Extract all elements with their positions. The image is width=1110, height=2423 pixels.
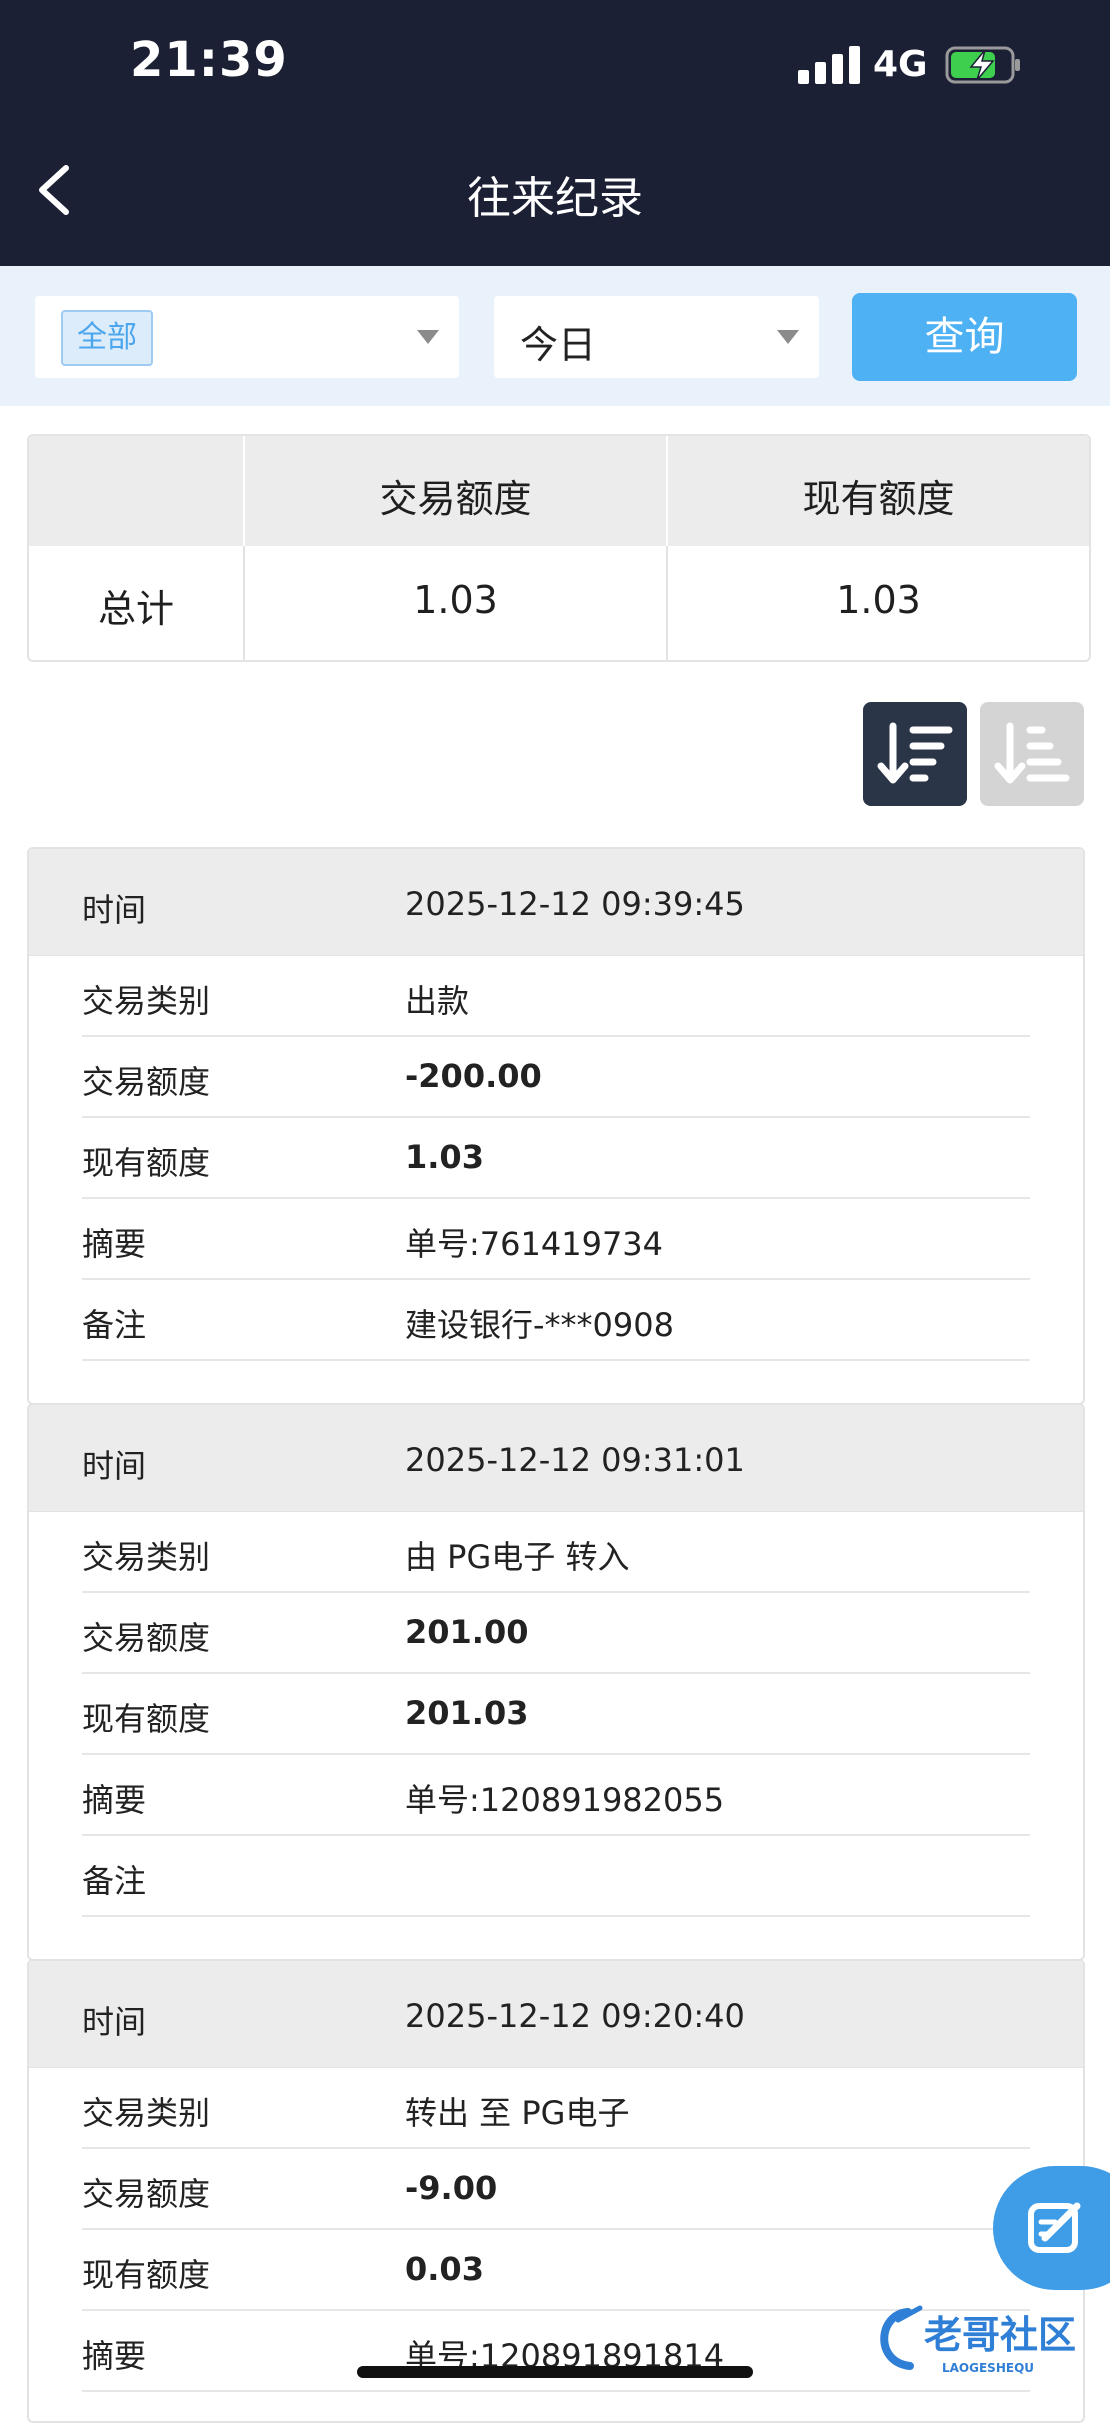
caret-down-icon: [417, 330, 439, 344]
summary-value: 单号:761419734: [405, 1225, 664, 1263]
caret-down-icon: [777, 330, 799, 344]
summary-label: 摘要: [82, 1781, 147, 1819]
top-bar: 21:39 4G 往来纪录: [0, 0, 1110, 266]
time-value: 2025-12-12 09:20:40: [405, 1997, 745, 2035]
record-row: 交易额度 -9.00: [82, 2149, 1030, 2230]
record-row: 交易额度 -200.00: [82, 1037, 1030, 1118]
time-label: 时间: [82, 891, 147, 929]
type-label: 交易类别: [82, 982, 211, 1020]
note-label: 备注: [82, 1862, 147, 1900]
note-value: 建设银行-***0908: [405, 1306, 674, 1344]
type-value: 由 PG电子 转入: [405, 1538, 630, 1576]
note-label: 备注: [82, 1306, 147, 1344]
summary-value: 单号:120891982055: [405, 1781, 725, 1819]
amount-label: 交易额度: [82, 1619, 211, 1657]
time-value: 2025-12-12 09:31:01: [405, 1441, 745, 1479]
summary-label: 摘要: [82, 2337, 147, 2375]
balance-value: 1.03: [405, 1138, 484, 1176]
type-chip: 全部: [61, 310, 153, 366]
type-value: 出款: [405, 982, 470, 1020]
page-title: 往来纪录: [467, 173, 643, 224]
network-type: 4G: [873, 44, 928, 85]
time-label: 时间: [82, 1447, 147, 1485]
amount-label: 交易额度: [82, 1063, 211, 1101]
type-value: 转出 至 PG电子: [405, 2094, 630, 2132]
status-time: 21:39: [130, 32, 288, 88]
record-row: 摘要 单号:120891982055: [82, 1755, 1030, 1836]
amount-label: 交易额度: [82, 2175, 211, 2213]
query-button[interactable]: 查询: [852, 293, 1077, 381]
time-label: 时间: [82, 2003, 147, 2041]
record-row: 交易类别 由 PG电子 转入: [82, 1512, 1030, 1593]
battery-charging-icon: [945, 46, 1020, 84]
record-header: 时间 2025-12-12 09:39:45: [29, 849, 1083, 956]
balance-value: 201.03: [405, 1694, 529, 1732]
record-row: 现有额度 0.03: [82, 2230, 1030, 2311]
watermark-logo: 老哥社区 LAOGESHEQU: [868, 2300, 1100, 2380]
summary-balance-total: 1.03: [836, 578, 921, 622]
watermark-text: 老哥社区: [924, 2313, 1076, 2357]
home-indicator[interactable]: [357, 2366, 753, 2378]
balance-label: 现有额度: [82, 1144, 211, 1182]
date-select[interactable]: 今日: [494, 296, 819, 378]
record-row: 摘要 单号:761419734: [82, 1199, 1030, 1280]
sort-asc-icon: [994, 722, 1070, 784]
record-row: 备注 建设银行-***0908: [82, 1280, 1030, 1361]
record-row: 交易类别 出款: [82, 956, 1030, 1037]
record-card: 时间 2025-12-12 09:31:01 交易类别 由 PG电子 转入 交易额…: [27, 1403, 1085, 1961]
summary-label: 摘要: [82, 1225, 147, 1263]
record-row: 现有额度 1.03: [82, 1118, 1030, 1199]
date-select-value: 今日: [520, 323, 597, 367]
summary-trade-total: 1.03: [413, 578, 498, 622]
summary-row-label: 总计: [97, 587, 174, 631]
type-select[interactable]: 全部: [35, 296, 459, 378]
balance-value: 0.03: [405, 2250, 484, 2288]
filter-bar: 全部 今日 查询: [0, 266, 1110, 406]
record-header: 时间 2025-12-12 09:20:40: [29, 1961, 1083, 2068]
edit-icon: [1028, 2202, 1081, 2253]
watermark-subtext: LAOGESHEQU: [942, 2361, 1034, 2375]
signal-icon: [798, 44, 860, 84]
amount-value: 201.00: [405, 1613, 529, 1651]
record-row: 备注: [82, 1836, 1030, 1917]
record-row: 现有额度 201.03: [82, 1674, 1030, 1755]
record-card: 时间 2025-12-12 09:39:45 交易类别 出款 交易额度 -200.0…: [27, 847, 1085, 1405]
record-row: 交易额度 201.00: [82, 1593, 1030, 1674]
edit-fab-button[interactable]: [993, 2166, 1110, 2290]
type-label: 交易类别: [82, 2094, 211, 2132]
summary-col-balance: 现有额度: [802, 477, 955, 521]
sort-desc-icon: [877, 722, 953, 784]
summary-table: 交易额度 现有额度 总计 1.03 1.03: [27, 434, 1091, 662]
amount-value: -200.00: [405, 1057, 542, 1095]
type-label: 交易类别: [82, 1538, 211, 1576]
summary-col-trade: 交易额度: [379, 477, 532, 521]
record-header: 时间 2025-12-12 09:31:01: [29, 1405, 1083, 1512]
balance-label: 现有额度: [82, 1700, 211, 1738]
sort-descending-button[interactable]: [863, 702, 967, 806]
time-value: 2025-12-12 09:39:45: [405, 885, 745, 923]
balance-label: 现有额度: [82, 2256, 211, 2294]
amount-value: -9.00: [405, 2169, 498, 2207]
sort-ascending-button[interactable]: [980, 702, 1084, 806]
record-row: 交易类别 转出 至 PG电子: [82, 2068, 1030, 2149]
